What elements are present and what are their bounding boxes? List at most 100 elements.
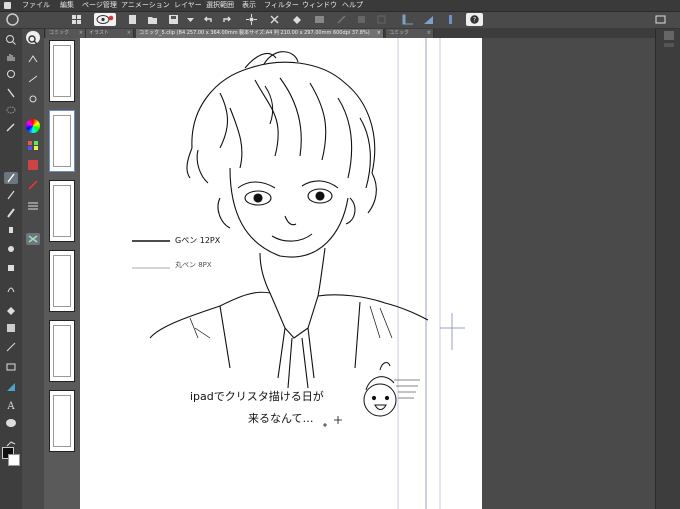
drawing-paper[interactable]: Gペン 12PX 丸ペン 8PX ipadでクリスタ描ける日が 来るなんて…	[80, 38, 482, 509]
operation-icon[interactable]	[4, 87, 18, 99]
menu-selection[interactable]: 選択範囲	[206, 0, 234, 11]
eyedropper-icon[interactable]	[4, 121, 18, 133]
open-file-icon[interactable]	[146, 13, 159, 26]
sub-tool-palette	[22, 29, 45, 509]
undo-icon[interactable]	[201, 13, 214, 26]
menu-bar: ファイル 編集 ページ管理 アニメーション レイヤー 選択範囲 表示 フィルター…	[0, 0, 680, 12]
tab-label: コミック_5.clip (B4 257.00 x 364.00mm 製本サイズ:…	[139, 30, 370, 36]
manga-drawing	[132, 38, 465, 509]
disabled-tool-3-icon[interactable]	[375, 13, 388, 26]
decoration-icon[interactable]	[4, 243, 18, 255]
chibi-character	[363, 362, 420, 417]
redo-icon[interactable]	[221, 13, 234, 26]
page-thumbnail[interactable]	[49, 180, 75, 242]
transform-icon[interactable]	[245, 13, 258, 26]
figure-icon[interactable]	[4, 341, 18, 353]
menu-layer[interactable]: レイヤー	[174, 0, 202, 11]
tab-label: コミック	[49, 30, 70, 36]
tab-comic-2[interactable]: コミック ×	[386, 29, 434, 38]
tab-illustration[interactable]: イラスト ×	[86, 29, 134, 38]
logo-icon	[6, 13, 19, 26]
frame-icon[interactable]	[4, 361, 18, 373]
maru-pen-label: 丸ペン 8PX	[175, 261, 212, 269]
pencil-tool-icon[interactable]	[4, 189, 18, 201]
balloon-icon[interactable]	[4, 417, 18, 429]
svg-text:?: ?	[473, 17, 476, 24]
message-text-line-2: 来るなんて…	[248, 412, 314, 425]
page-thumbnail[interactable]	[49, 40, 75, 102]
fill-icon[interactable]	[290, 13, 303, 26]
sparkle-icon	[323, 416, 342, 427]
color-wheel-icon[interactable]	[26, 119, 40, 133]
disabled-tool-2-icon[interactable]	[355, 13, 368, 26]
grid-menu-icon[interactable]	[70, 13, 83, 26]
gradient-icon[interactable]	[4, 322, 18, 334]
page-thumbnail[interactable]	[49, 320, 75, 382]
color-swatch-icon[interactable]	[313, 13, 326, 26]
perspective-icon[interactable]	[422, 13, 435, 26]
menu-view[interactable]: 表示	[242, 0, 256, 11]
text-tool-icon[interactable]: A	[4, 399, 18, 411]
command-bar: ?	[0, 12, 680, 29]
pen-pressure-icon[interactable]	[444, 13, 457, 26]
sub-tool-1-icon[interactable]	[26, 53, 40, 65]
search-icon[interactable]	[26, 31, 40, 45]
sub-color-swatch[interactable]	[8, 454, 20, 466]
svg-text:A: A	[6, 401, 15, 411]
panel-tab-icon[interactable]	[664, 43, 674, 47]
tool-palette: A	[0, 29, 23, 509]
clear-icon[interactable]	[268, 13, 281, 26]
menu-help[interactable]: ヘルプ	[342, 0, 363, 11]
right-side-panel	[655, 29, 680, 509]
menu-filter[interactable]: フィルター	[264, 0, 299, 11]
document-tab-bar: コミック × イラスト × コミック_5.clip (B4 257.00 x 364…	[46, 28, 655, 38]
menu-edit[interactable]: 編集	[60, 0, 74, 11]
tab-comic-1[interactable]: コミック ×	[46, 29, 86, 38]
app-icon[interactable]	[4, 2, 11, 9]
brush-tool-icon[interactable]	[4, 207, 18, 219]
color-set-icon[interactable]	[26, 139, 40, 151]
page-thumbnail[interactable]	[49, 110, 75, 172]
help-icon[interactable]: ?	[466, 13, 483, 26]
character-face	[217, 167, 356, 258]
companion-mode-button[interactable]	[94, 13, 116, 26]
menu-page-management[interactable]: ページ管理	[82, 0, 117, 11]
ruler-tool-icon[interactable]	[4, 381, 18, 393]
close-icon[interactable]: ×	[127, 29, 131, 38]
sub-tool-3-icon[interactable]	[26, 93, 40, 105]
rotate-icon[interactable]	[4, 68, 18, 80]
page-thumbnail[interactable]	[49, 250, 75, 312]
menu-window[interactable]: ウィンドウ	[302, 0, 337, 11]
collapse-panel-icon[interactable]	[664, 31, 674, 40]
sub-tool-2-icon[interactable]	[26, 73, 40, 85]
airbrush-icon[interactable]	[4, 224, 18, 236]
navigator-icon[interactable]	[26, 233, 40, 245]
panel-icon[interactable]	[654, 13, 667, 26]
color-history-icon[interactable]	[26, 179, 40, 191]
g-pen-label: Gペン 12PX	[175, 236, 221, 245]
menu-file[interactable]: ファイル	[22, 0, 50, 11]
color-slider-icon[interactable]	[26, 159, 40, 171]
fill-bucket-icon[interactable]	[4, 304, 18, 316]
tab-label: イラスト	[89, 30, 109, 36]
message-text-line-1: ipadでクリスタ描ける日が	[190, 390, 324, 403]
ruler-icon[interactable]	[401, 13, 414, 26]
blend-icon[interactable]	[4, 283, 18, 295]
eraser-icon[interactable]	[4, 262, 18, 274]
close-icon[interactable]: ×	[79, 29, 83, 38]
page-thumbnail[interactable]	[49, 390, 75, 452]
menu-animation[interactable]: アニメーション	[121, 0, 170, 11]
pen-tool-icon[interactable]	[4, 172, 18, 184]
layer-icon[interactable]	[26, 199, 40, 211]
new-file-icon[interactable]	[126, 13, 139, 26]
save-icon[interactable]	[167, 13, 180, 26]
close-icon[interactable]: ×	[377, 29, 381, 38]
hand-icon[interactable]	[4, 51, 18, 63]
lasso-icon[interactable]	[4, 105, 18, 117]
tab-comic-5-active[interactable]: コミック_5.clip (B4 257.00 x 364.00mm 製本サイズ:…	[136, 29, 384, 38]
disabled-tool-icon[interactable]	[335, 13, 348, 26]
dropdown-icon[interactable]	[184, 13, 197, 26]
zoom-icon[interactable]	[4, 34, 18, 46]
page-manager-strip	[44, 38, 80, 509]
close-icon[interactable]: ×	[427, 29, 431, 38]
